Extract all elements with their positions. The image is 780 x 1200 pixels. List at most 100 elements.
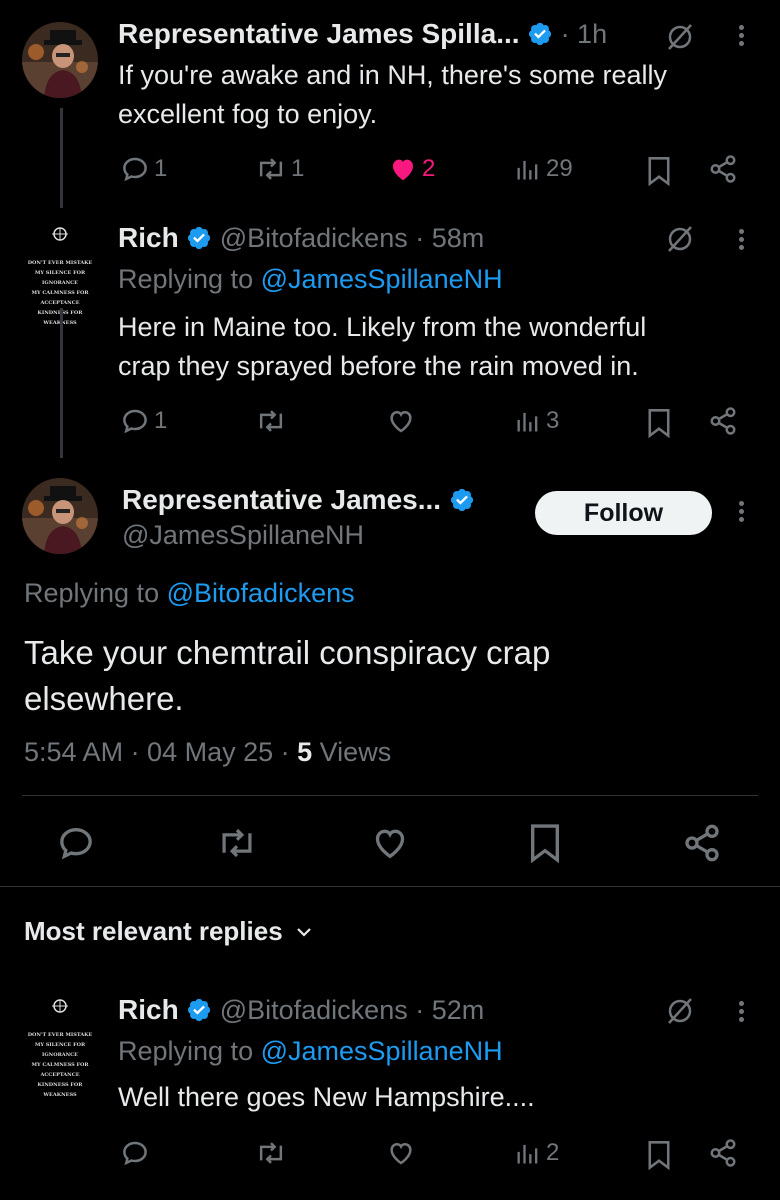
reply-button[interactable]: [120, 1138, 150, 1168]
replying-handle-link[interactable]: @JamesSpillaneNH: [261, 1036, 503, 1066]
verified-badge-icon: [188, 226, 211, 250]
avatar[interactable]: [22, 478, 98, 554]
tweet-text: Well there goes New Hampshire....: [118, 1082, 535, 1112]
replying-prefix: Replying to: [24, 578, 160, 608]
author-name[interactable]: Rich: [118, 222, 179, 253]
share-icon[interactable]: [708, 406, 738, 441]
avatar-caption-line: DON'T EVER MISTAKE: [27, 1032, 93, 1038]
tweet-header: Representative James Spilla... · 1h: [118, 18, 607, 50]
views-button[interactable]: 29: [514, 154, 573, 184]
tweet-header: Rich @Bitofadickens · 52m: [118, 994, 484, 1026]
avatar-caption-line: MY SILENCE FOR IGNORANCE: [34, 1042, 86, 1058]
replying-prefix: Replying to: [118, 264, 254, 294]
views-button[interactable]: 3: [514, 406, 559, 436]
verified-badge-icon: [450, 488, 473, 512]
views-chart-icon: [517, 412, 538, 432]
tweet-text-line: Here in Maine too. Likely from the wonde…: [118, 312, 647, 342]
reply-icon: [60, 827, 92, 860]
replying-prefix: Replying to: [118, 1036, 254, 1066]
replying-to: Replying to @JamesSpillaneNH: [118, 1036, 503, 1067]
replying-to: Replying to @JamesSpillaneNH: [118, 264, 503, 295]
reply-icon: [123, 409, 147, 434]
author-name[interactable]: Representative James Spilla...: [118, 18, 520, 49]
reply-count: 1: [154, 155, 168, 182]
avatar-caption-line: MY SILENCE FOR IGNORANCE: [34, 270, 86, 286]
views-count: 2: [546, 1139, 560, 1166]
bookmark-icon[interactable]: [646, 156, 672, 191]
divider: [0, 886, 780, 887]
reply-count: 1: [154, 407, 168, 434]
more-options-icon[interactable]: [737, 498, 745, 525]
views-button[interactable]: 2: [514, 1138, 559, 1168]
author-name[interactable]: Representative James...: [122, 484, 441, 515]
handle-time[interactable]: @Bitofadickens · 58m: [220, 223, 485, 253]
grok-icon[interactable]: [665, 224, 695, 259]
timestamp-text[interactable]: 5:54 AM · 04 May 25 ·: [24, 737, 297, 767]
tweet-text-line: excellent fog to enjoy.: [118, 99, 378, 129]
author-name[interactable]: Rich: [118, 994, 179, 1025]
retweet-button[interactable]: [255, 406, 287, 436]
thread-line: [60, 108, 63, 208]
share-button[interactable]: [682, 823, 722, 868]
bookmark-icon[interactable]: [646, 1140, 672, 1175]
handle-time[interactable]: @Bitofadickens · 52m: [220, 995, 485, 1025]
more-options-icon[interactable]: [737, 22, 745, 49]
like-button[interactable]: [386, 406, 416, 436]
avatar-caption-line: DON'T EVER MISTAKE: [27, 260, 93, 266]
like-button[interactable]: 2: [388, 154, 435, 184]
retweet-icon: [259, 1142, 283, 1164]
retweet-button[interactable]: 1: [255, 154, 304, 184]
grok-icon[interactable]: [665, 996, 695, 1031]
like-count: 2: [422, 155, 436, 182]
heart-icon: [375, 829, 405, 859]
avatar-caption-line: MY CALMNESS FOR ACCEPTANCE: [31, 1062, 89, 1078]
replying-handle-link[interactable]: @Bitofadickens: [167, 578, 355, 608]
main-tweet-text: Take your chemtrail conspiracy crap else…: [24, 630, 550, 722]
chevron-down-icon: [296, 927, 311, 937]
tweet-header: Representative James...: [122, 484, 475, 516]
reply-icon: [123, 157, 147, 182]
views-count: 29: [546, 155, 573, 182]
reply-button[interactable]: 1: [120, 406, 167, 436]
more-options-icon[interactable]: [737, 226, 745, 253]
views-chart-icon: [517, 160, 538, 180]
reply-button[interactable]: 1: [120, 154, 167, 184]
replying-handle-link[interactable]: @JamesSpillaneNH: [261, 264, 503, 294]
tweet-text: Here in Maine too. Likely from the wonde…: [118, 308, 758, 386]
retweet-icon: [259, 158, 283, 180]
retweet-button[interactable]: [255, 1138, 287, 1168]
retweet-count: 1: [291, 155, 305, 182]
tweet-header: Rich @Bitofadickens · 58m: [118, 222, 484, 254]
like-button[interactable]: [386, 1138, 416, 1168]
replies-sort-dropdown[interactable]: Most relevant replies: [24, 916, 313, 947]
retweet-icon: [259, 410, 283, 432]
reply-button[interactable]: [56, 823, 96, 868]
views-label: Views: [312, 737, 392, 767]
verified-badge-icon: [528, 22, 552, 46]
heart-icon: [390, 1142, 412, 1165]
follow-button[interactable]: Follow: [535, 491, 712, 535]
handle[interactable]: @JamesSpillaneNH: [122, 520, 364, 551]
heart-icon: [390, 410, 412, 433]
share-icon[interactable]: [708, 154, 738, 189]
like-button[interactable]: [370, 823, 410, 868]
views-count: 3: [546, 407, 560, 434]
grok-icon[interactable]: [665, 22, 695, 57]
share-icon[interactable]: [708, 1138, 738, 1173]
retweet-button[interactable]: [216, 823, 258, 868]
avatar[interactable]: [22, 22, 98, 98]
avatar-caption-line: KINDNESS FOR WEAKNESS: [37, 1082, 83, 1098]
tweet-text-line: Take your chemtrail conspiracy crap: [24, 634, 551, 671]
more-options-icon[interactable]: [737, 998, 745, 1025]
tweet-time: · 1h: [560, 19, 608, 49]
bookmark-button[interactable]: [528, 823, 562, 868]
tweet-text: If you're awake and in NH, there's some …: [118, 56, 758, 134]
divider: [22, 795, 758, 796]
tweet-text-line: If you're awake and in NH, there's some …: [118, 60, 668, 90]
heart-filled-icon: [393, 159, 413, 181]
thread-line: [60, 308, 63, 458]
views-count: 5: [297, 737, 313, 767]
bookmark-icon[interactable]: [646, 408, 672, 443]
bookmark-icon: [531, 824, 559, 864]
tweet-timestamp: 5:54 AM · 04 May 25 · 5 Views: [24, 737, 391, 768]
